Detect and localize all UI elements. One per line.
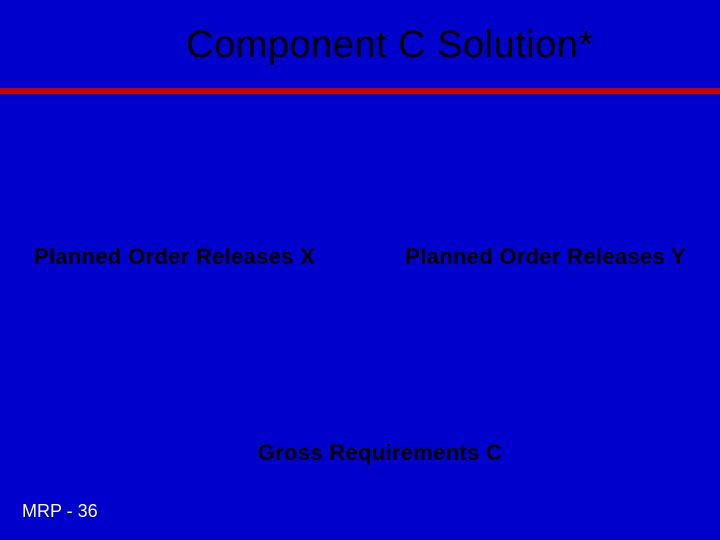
planned-order-releases-x-label: Planned Order Releases X — [34, 244, 315, 270]
slide-title: Component C Solution* — [0, 0, 720, 67]
planned-order-releases-y-label: Planned Order Releases Y — [405, 244, 686, 270]
slide-footer: MRP - 36 — [22, 501, 98, 522]
title-underline — [0, 88, 720, 94]
gross-requirements-c-label: Gross Requirements C — [0, 440, 720, 466]
mid-row: Planned Order Releases X Planned Order R… — [0, 244, 720, 270]
